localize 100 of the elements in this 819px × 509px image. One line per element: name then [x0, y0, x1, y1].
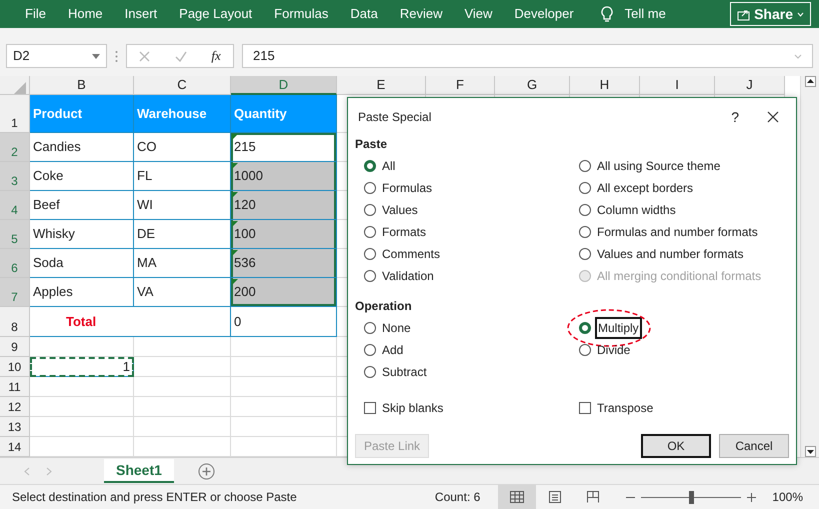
table-cell: 1000 — [231, 162, 337, 191]
radio-option[interactable]: None — [364, 319, 413, 337]
dialog-button[interactable]: Cancel — [719, 434, 789, 458]
lightbulb-icon[interactable] — [600, 6, 613, 22]
table-cell: Apples — [30, 278, 134, 307]
table-cell: Candies — [30, 133, 134, 162]
radio-option[interactable]: All — [364, 157, 398, 175]
section-label: Paste — [355, 136, 388, 153]
radio-option[interactable]: All except borders — [579, 179, 696, 197]
help-button[interactable]: ? — [731, 106, 739, 128]
dropdown-icon[interactable] — [92, 54, 100, 58]
tell-me-search[interactable]: Tell me — [620, 0, 677, 28]
section-label: Operation — [355, 298, 413, 315]
grip-icon — [115, 50, 118, 62]
ribbon-tab[interactable]: Formulas — [263, 0, 340, 28]
radio-option: All merging conditional formats — [579, 267, 764, 285]
radio-option[interactable]: Divide — [579, 341, 632, 359]
radio-option[interactable]: Subtract — [364, 363, 429, 381]
column-header[interactable]: D — [231, 76, 337, 95]
row-header[interactable]: 13 — [0, 417, 30, 437]
dialog-button[interactable]: OK — [641, 434, 711, 458]
column-header[interactable]: B — [30, 76, 134, 95]
radio-option[interactable]: Values and number formats — [579, 245, 746, 263]
ribbon-tab[interactable]: Review — [388, 0, 454, 28]
table-cell: Soda — [30, 249, 134, 278]
column-heading: Quantity — [231, 95, 337, 133]
normal-icon — [510, 491, 524, 503]
radio-option[interactable]: Formulas and number formats — [579, 223, 760, 241]
table-cell: 536 — [231, 249, 337, 278]
page-layout-icon — [548, 491, 562, 503]
row-header[interactable]: 12 — [0, 397, 30, 417]
table-cell: 100 — [231, 220, 337, 249]
normal-view-button[interactable] — [498, 485, 536, 509]
row-header[interactable]: 10 — [0, 357, 30, 377]
caret-icon — [797, 12, 804, 16]
radio-option[interactable]: Validation — [364, 267, 436, 285]
insert-function-button[interactable]: fx — [211, 46, 221, 66]
row-header[interactable]: 1 — [0, 95, 30, 133]
table-cell: 215 — [231, 133, 337, 162]
column-header[interactable]: H — [570, 76, 640, 95]
row-header[interactable]: 3 — [0, 162, 30, 191]
table-cell: 1 — [30, 357, 134, 377]
radio-option[interactable]: Comments — [364, 245, 442, 263]
row-header[interactable]: 8 — [0, 307, 30, 337]
row-header[interactable]: 11 — [0, 377, 30, 397]
ribbon-tab[interactable]: File — [14, 0, 57, 28]
column-header[interactable]: I — [640, 76, 715, 95]
scroll-up-icon[interactable] — [804, 76, 816, 87]
checkbox-option[interactable]: Transpose — [579, 399, 656, 417]
column-header[interactable]: E — [337, 76, 426, 95]
sheet-tab[interactable]: Sheet1 — [104, 459, 174, 483]
row-header[interactable]: 7 — [0, 278, 30, 307]
radio-option[interactable]: All using Source theme — [579, 157, 722, 175]
radio-option[interactable]: Column widths — [579, 201, 678, 219]
name-box[interactable]: D2 — [6, 44, 107, 68]
column-heading: Product — [30, 95, 134, 133]
corner-triangle-icon — [14, 82, 26, 94]
table-cell: 120 — [231, 191, 337, 220]
column-header[interactable]: J — [715, 76, 785, 95]
ribbon-tab[interactable]: Insert — [114, 0, 168, 28]
close-icon[interactable] — [767, 111, 779, 123]
zoom-level[interactable]: 100% — [772, 488, 803, 506]
dialog-title: Paste Special — [357, 109, 432, 126]
row-header[interactable]: 9 — [0, 337, 30, 357]
row-header[interactable]: 14 — [0, 437, 30, 457]
table-cell: Coke — [30, 162, 134, 191]
table-cell: CO — [134, 133, 231, 162]
status-message: Select destination and press ENTER or choose Paste — [12, 489, 297, 506]
radio-option[interactable]: Formats — [364, 223, 428, 241]
table-cell: Whisky — [30, 220, 134, 249]
column-header[interactable]: G — [495, 76, 570, 95]
row-header[interactable]: 2 — [0, 133, 30, 162]
table-cell: Beef — [30, 191, 134, 220]
share-button[interactable]: Share — [730, 2, 811, 26]
column-heading: Warehouse — [134, 95, 231, 133]
table-cell: 200 — [231, 278, 337, 307]
column-header[interactable]: F — [426, 76, 495, 95]
row-header[interactable]: 5 — [0, 220, 30, 249]
table-cell: Total — [30, 307, 231, 337]
radio-option[interactable]: Values — [364, 201, 420, 219]
count-indicator: Count: 6 — [434, 489, 480, 506]
row-header[interactable]: 4 — [0, 191, 30, 220]
add-sheet-icon[interactable] — [198, 462, 215, 480]
scroll-down-icon[interactable] — [804, 446, 816, 457]
column-header[interactable]: C — [134, 76, 231, 95]
page-break-icon — [586, 491, 600, 503]
row-header[interactable]: 6 — [0, 249, 30, 278]
ribbon-tab[interactable]: Page Layout — [168, 0, 264, 28]
ribbon-tab[interactable]: Data — [339, 0, 389, 28]
table-cell: 0 — [231, 307, 337, 337]
share-icon — [737, 8, 750, 20]
ribbon-tab[interactable]: View — [453, 0, 504, 28]
radio-option[interactable]: Formulas — [364, 179, 434, 197]
radio-option[interactable]: Add — [364, 341, 406, 359]
formula-field[interactable]: 215 — [242, 44, 813, 68]
dialog-button: Paste Link — [355, 434, 430, 458]
ribbon-tab[interactable]: Developer — [503, 0, 585, 28]
ribbon-tab[interactable]: Home — [56, 0, 114, 28]
zoom-in-icon[interactable] — [747, 492, 756, 502]
checkbox-option[interactable]: Skip blanks — [364, 399, 446, 417]
